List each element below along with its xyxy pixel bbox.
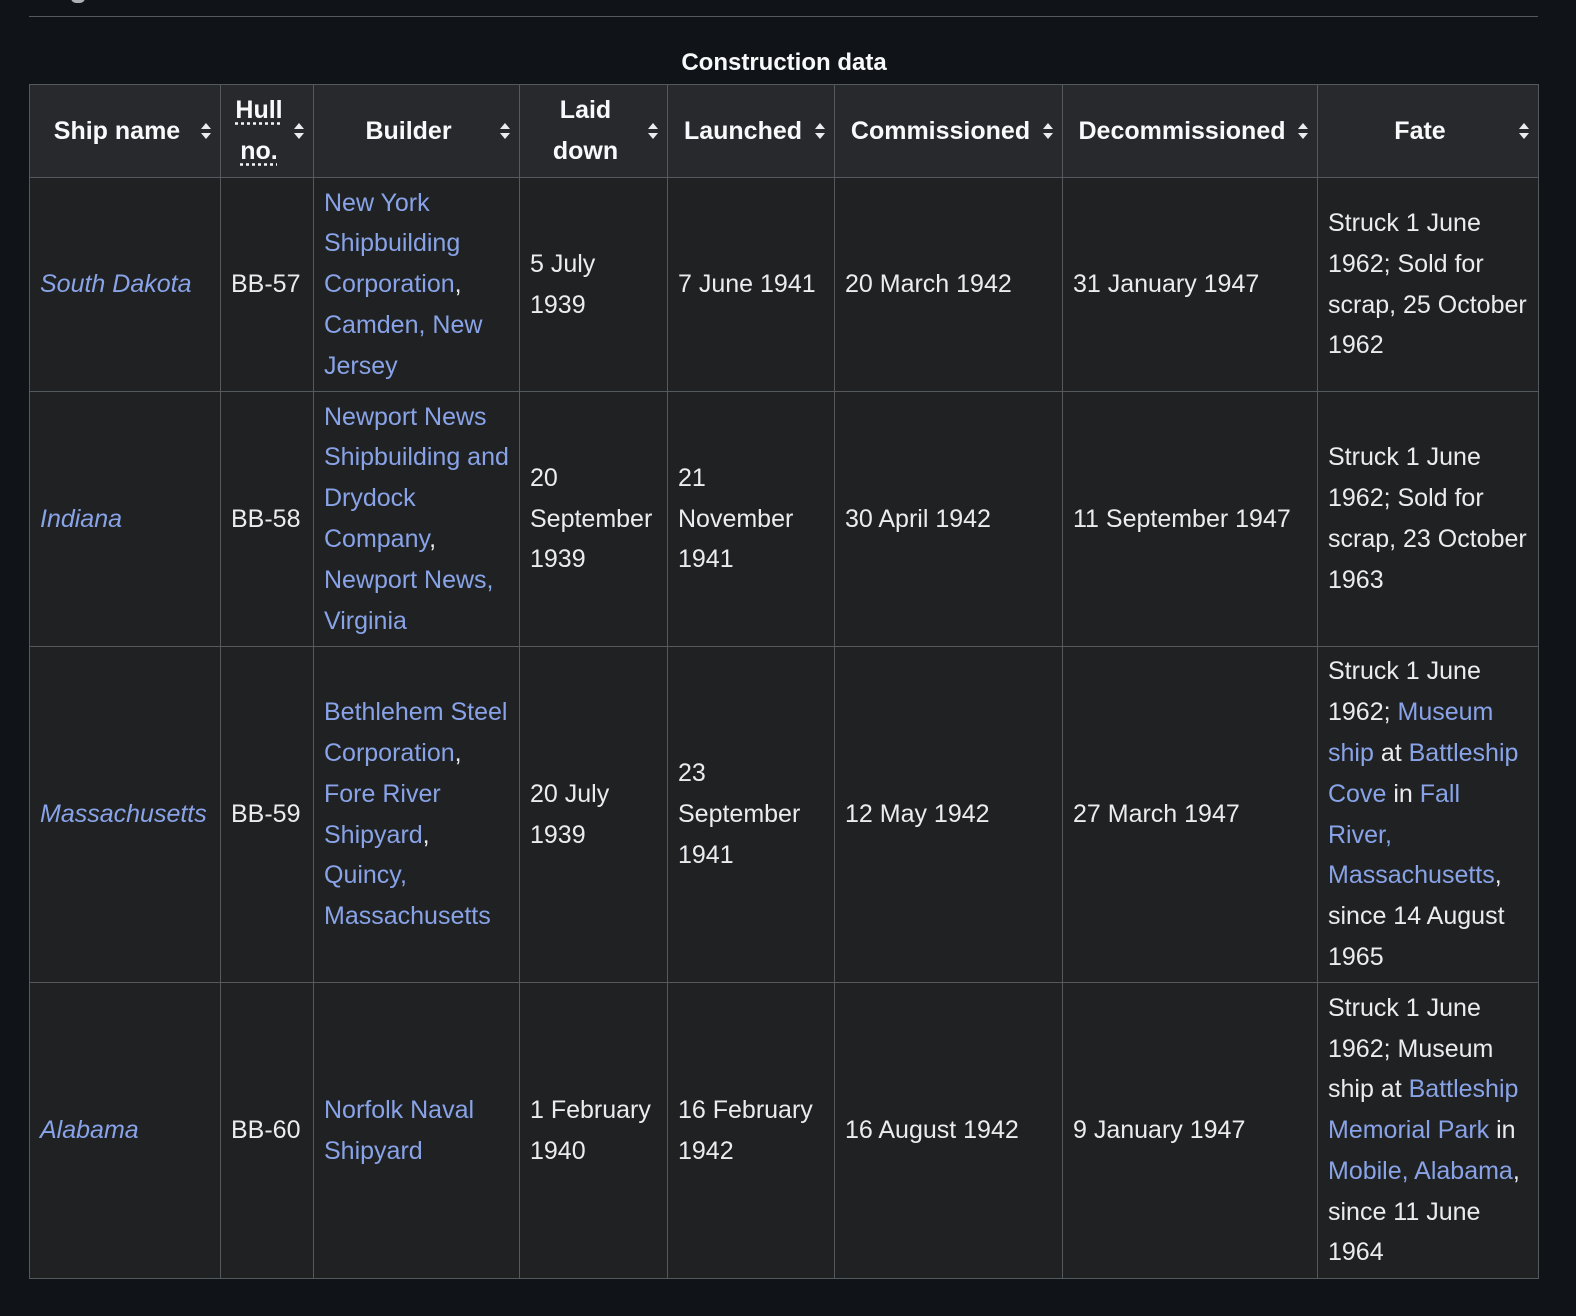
launched-cell: 21 November 1941 [667, 391, 835, 647]
launched-cell: 23 September 1941 [667, 646, 835, 983]
heading-text-fragment [71, 0, 85, 3]
header-fate[interactable]: Fate [1317, 84, 1539, 178]
commissioned-cell: 30 April 1942 [834, 391, 1063, 647]
section-heading [29, 0, 1538, 17]
laid-down-cell: 5 July 1939 [519, 177, 668, 392]
ship-link[interactable]: Massachusetts [40, 800, 207, 828]
fate-text: in [1489, 1116, 1516, 1145]
header-laid-down[interactable]: Laid down [519, 84, 668, 178]
builder-link[interactable]: Newport News Shipbuilding and Drydock Co… [324, 403, 509, 553]
header-row: Ship name Hull no. Builder Laid down Lau… [29, 84, 1539, 178]
ship-link[interactable]: Indiana [40, 505, 122, 533]
hull-abbr-line2: no. [240, 137, 278, 165]
header-label: Ship name [53, 116, 181, 145]
table-row: Indiana BB-58 Newport News Shipbuilding … [29, 391, 1539, 647]
commissioned-cell: 20 March 1942 [834, 177, 1063, 392]
fate-cell: Struck 1 June 1962; Sold for scrap, 25 O… [1317, 177, 1539, 392]
header-label-line1: Laid [559, 96, 612, 125]
ship-name-cell: South Dakota [29, 177, 221, 392]
header-hull-no[interactable]: Hull no. [220, 84, 314, 178]
sort-icon[interactable] [648, 123, 658, 139]
mobile-alabama-link[interactable]: Mobile, Alabama [1328, 1157, 1513, 1185]
construction-data-table: Construction data Ship name Hull no. Bui… [29, 44, 1539, 1279]
builder-cell: Norfolk Naval Shipyard [313, 982, 520, 1279]
construction-table-wrapper: Construction data Ship name Hull no. Bui… [29, 44, 1539, 1279]
sort-icon[interactable] [500, 123, 510, 139]
ship-link[interactable]: South Dakota [40, 270, 192, 298]
fate-cell: Struck 1 June 1962; Museum ship at Battl… [1317, 982, 1539, 1279]
ship-name-cell: Indiana [29, 391, 221, 647]
header-label: Builder [365, 116, 452, 145]
builder-link[interactable]: New York Shipbuilding Corporation [324, 189, 460, 299]
header-label: Commissioned [850, 116, 1031, 145]
header-decommissioned[interactable]: Decommissioned [1062, 84, 1318, 178]
header-label-line2: down [552, 137, 619, 165]
builder-cell: Newport News Shipbuilding and Drydock Co… [313, 391, 520, 647]
builder-link[interactable]: Bethlehem Steel Corporation [324, 698, 507, 767]
table-row: Alabama BB-60 Norfolk Naval Shipyard 1 F… [29, 982, 1539, 1279]
builder-link[interactable]: Norfolk Naval Shipyard [324, 1096, 474, 1165]
builder-cell: New York Shipbuilding Corporation, Camde… [313, 177, 520, 392]
laid-down-cell: 20 September 1939 [519, 391, 668, 647]
decommissioned-cell: 31 January 1947 [1062, 177, 1318, 392]
fate-cell: Struck 1 June 1962; Sold for scrap, 23 O… [1317, 391, 1539, 647]
hull-abbr-line1: Hull [235, 96, 283, 125]
separator: , [422, 820, 430, 849]
location-link[interactable]: Camden, New Jersey [324, 311, 482, 380]
table-caption: Construction data [681, 49, 887, 76]
header-commissioned[interactable]: Commissioned [834, 84, 1063, 178]
header-label: Fate [1394, 116, 1446, 145]
location-link[interactable]: Quincy, Massachusetts [324, 861, 491, 930]
separator: , [454, 738, 462, 767]
sort-icon[interactable] [294, 123, 304, 139]
ship-name-cell: Massachusetts [29, 646, 221, 983]
table-row: South Dakota BB-57 New York Shipbuilding… [29, 177, 1539, 392]
header-builder[interactable]: Builder [313, 84, 520, 178]
separator: , [454, 270, 462, 299]
ship-name-cell: Alabama [29, 982, 221, 1279]
header-label: Launched [683, 116, 803, 145]
location-link[interactable]: Newport News, Virginia [324, 566, 494, 635]
fate-text: at [1373, 738, 1409, 767]
hull-cell: BB-60 [220, 982, 314, 1279]
hull-cell: BB-59 [220, 646, 314, 983]
header-ship-name[interactable]: Ship name [29, 84, 221, 178]
decommissioned-cell: 27 March 1947 [1062, 646, 1318, 983]
header-launched[interactable]: Launched [667, 84, 835, 178]
launched-cell: 7 June 1941 [667, 177, 835, 392]
ship-link[interactable]: Alabama [40, 1116, 139, 1144]
laid-down-cell: 20 July 1939 [519, 646, 668, 983]
sort-icon[interactable] [1519, 123, 1529, 139]
commissioned-cell: 12 May 1942 [834, 646, 1063, 983]
decommissioned-cell: 11 September 1947 [1062, 391, 1318, 647]
builder-cell: Bethlehem Steel Corporation, Fore River … [313, 646, 520, 983]
fate-cell: Struck 1 June 1962; Museum ship at Battl… [1317, 646, 1539, 983]
sort-icon[interactable] [815, 123, 825, 139]
table-row: Massachusetts BB-59 Bethlehem Steel Corp… [29, 646, 1539, 983]
separator: , [429, 525, 437, 553]
sort-icon[interactable] [1043, 123, 1053, 139]
decommissioned-cell: 9 January 1947 [1062, 982, 1318, 1279]
commissioned-cell: 16 August 1942 [834, 982, 1063, 1279]
sort-icon[interactable] [201, 123, 211, 139]
fate-text: in [1386, 779, 1420, 808]
hull-cell: BB-57 [220, 177, 314, 392]
launched-cell: 16 February 1942 [667, 982, 835, 1279]
sort-icon[interactable] [1298, 123, 1308, 139]
laid-down-cell: 1 February 1940 [519, 982, 668, 1279]
header-label: Decommissioned [1078, 116, 1286, 145]
hull-cell: BB-58 [220, 391, 314, 647]
